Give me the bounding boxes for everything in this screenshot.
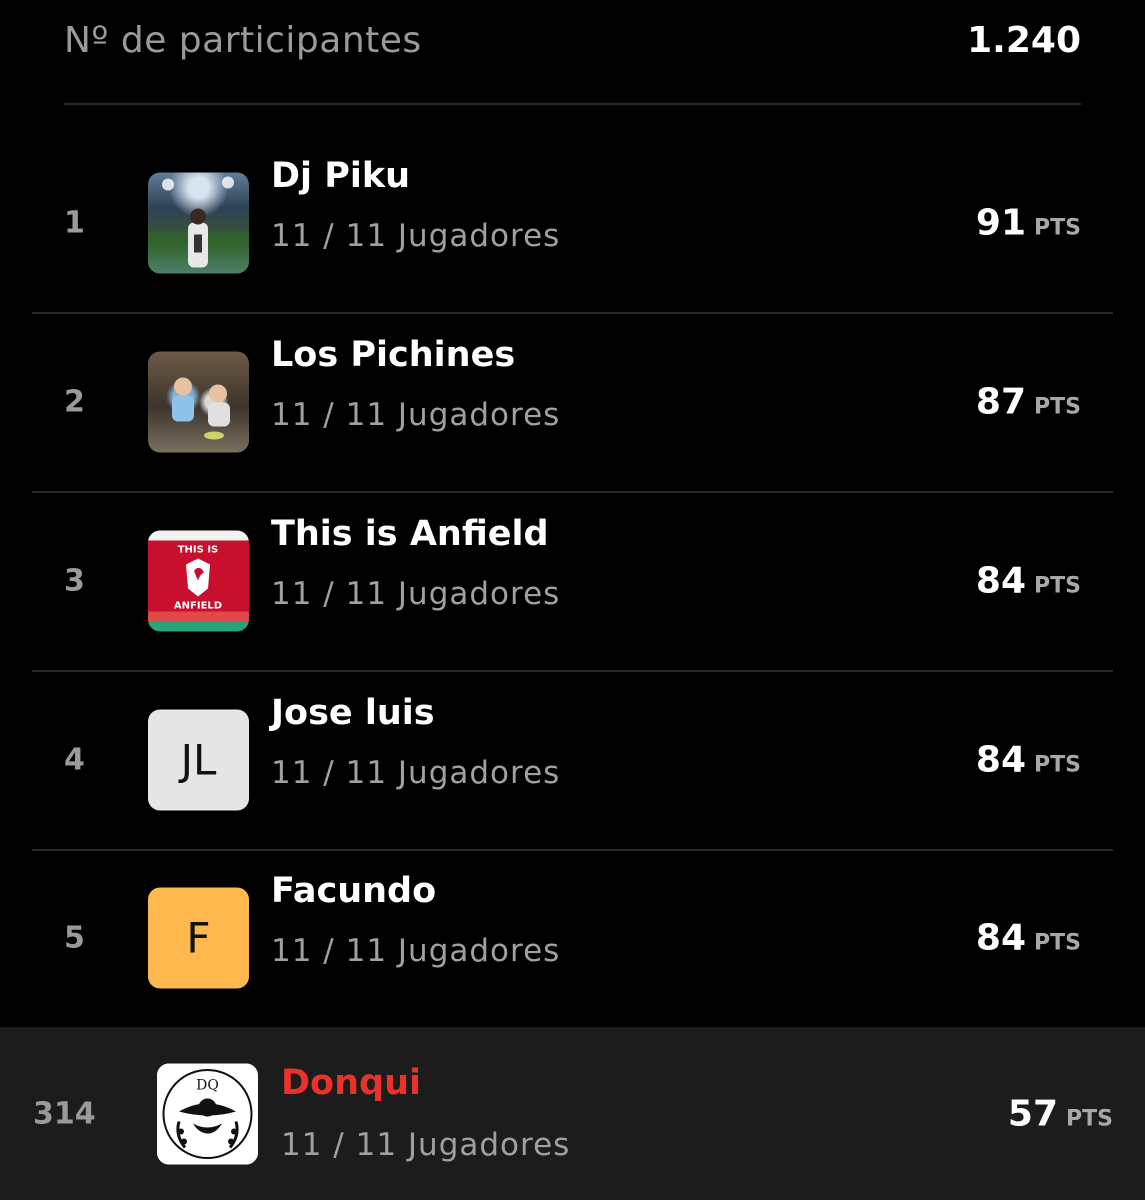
team-name: Jose luis [271,693,435,733]
rank-number: 1 [64,205,85,241]
my-team-name: Donqui [281,1063,421,1103]
team-score: 87 PTS [976,382,1081,423]
rank-number: 3 [64,563,85,599]
initials-avatar: F [148,887,249,989]
points-unit: PTS [1034,573,1081,599]
rank-number: 2 [64,384,85,420]
players-count: 11 / 11 Jugadores [271,576,561,612]
participants-count: 1.240 [967,20,1081,61]
points-value: 87 [975,381,1027,423]
points-unit: PTS [1034,752,1081,778]
team-name: This is Anfield [271,514,549,554]
points-value: 91 [975,202,1027,244]
team-avatar: THIS IS ANFIELD [148,530,249,632]
points-unit: PTS [1034,930,1081,956]
stadium-photo-icon [148,176,249,274]
ranking-row[interactable]: 4 JL Jose luis 11 / 11 Jugadores 84 PTS [32,671,1113,851]
svg-text:THIS IS: THIS IS [178,545,219,556]
ranking-row[interactable]: 2 Los Pichines 11 / 11 Jugadores 87 PTS [32,313,1113,493]
my-players-count: 11 / 11 Jugadores [281,1127,571,1163]
team-name: Dj Piku [271,156,411,196]
participants-label: Nº de participantes [64,20,422,61]
points-unit: PTS [1066,1106,1113,1131]
team-score: 91 PTS [976,203,1081,244]
team-score: 84 PTS [976,561,1081,602]
ranking-row[interactable]: 5 F Facundo 11 / 11 Jugadores 84 PTS [32,849,1113,1027]
points-unit: PTS [1034,394,1081,420]
my-team-avatar: DQ [157,1063,258,1164]
players-count: 11 / 11 Jugadores [271,755,561,791]
players-count: 11 / 11 Jugadores [271,397,561,433]
my-team-score: 57 PTS [1008,1093,1113,1134]
kids-photo-icon [172,377,230,440]
svg-text:DQ: DQ [196,1077,219,1093]
liverbird-icon: THIS IS ANFIELD [174,545,222,612]
team-name: Facundo [271,871,437,911]
team-score: 84 PTS [976,740,1081,781]
points-value: 84 [975,917,1027,959]
my-points-value: 57 [1007,1093,1059,1134]
team-score: 84 PTS [976,918,1081,959]
team-avatar [148,351,249,453]
participants-header: Nº de participantes 1.240 [64,0,1081,105]
team-name: Los Pichines [271,335,516,375]
players-count: 11 / 11 Jugadores [271,218,561,254]
dq-crest-icon: DQ [157,1063,258,1164]
players-count: 11 / 11 Jugadores [271,933,561,969]
my-rank-number: 314 [33,1096,96,1131]
my-team-row[interactable]: 314 DQ Donqui 11 / 11 Jugadores 57 PTS [0,1027,1145,1200]
rank-number: 5 [64,920,85,956]
team-avatar [148,172,249,274]
points-unit: PTS [1034,215,1081,241]
points-value: 84 [975,560,1027,602]
ranking-row[interactable]: 3 THIS IS ANFIELD This is Anfield 11 / 1… [32,492,1113,672]
ranking-row[interactable]: 1 Dj Piku 11 / 11 Jugadores 91 PTS [32,134,1113,314]
svg-text:ANFIELD: ANFIELD [174,601,222,612]
points-value: 84 [975,739,1027,781]
rank-number: 4 [64,742,85,778]
initials-avatar: JL [148,709,249,811]
